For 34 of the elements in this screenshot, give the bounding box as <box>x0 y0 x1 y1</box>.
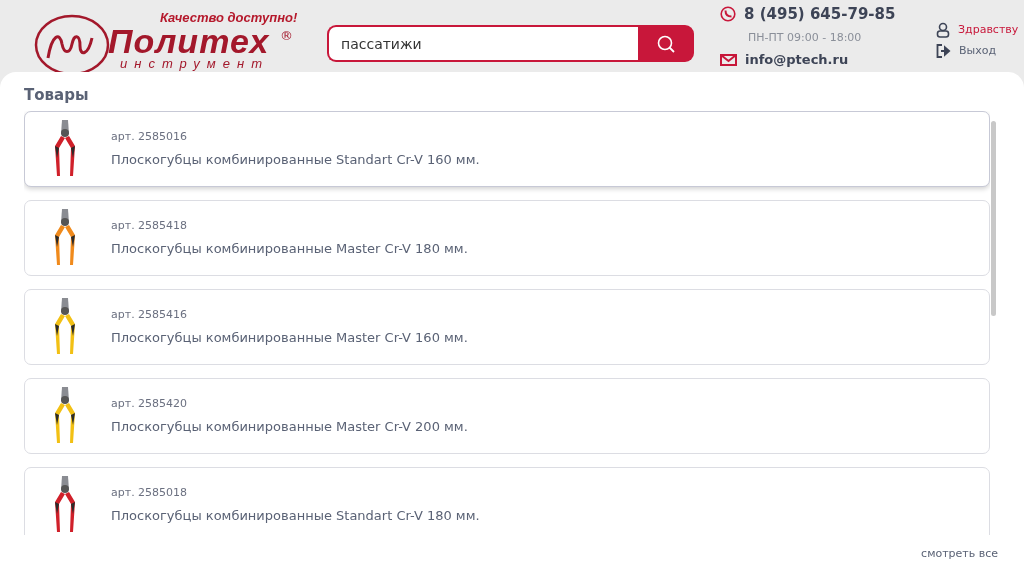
working-hours: ПН-ПТ 09:00 - 18:00 <box>748 29 863 46</box>
logo-slogan: Качество доступно! <box>160 9 298 27</box>
search-field[interactable]: пассатижи <box>327 25 638 62</box>
search-icon <box>656 33 676 54</box>
article-number: арт. 2585416 <box>111 307 189 323</box>
product-card[interactable]: арт. 2585418 Плоскогубцы комбинированные Master Cr-V 180 мм. <box>24 200 990 276</box>
section-title: Товары <box>24 85 89 106</box>
product-name: Плоскогубцы комбинированные Standart Cr-V 180 мм. <box>111 506 480 525</box>
registered-mark: ® <box>280 27 293 45</box>
product-card[interactable]: арт. 2585416 Плоскогубцы комбинированные Master Cr-V 160 мм. <box>24 289 990 365</box>
logout-icon <box>936 43 951 58</box>
logout-link[interactable]: Выход <box>959 42 997 59</box>
email-link[interactable]: info@ptech.ru <box>745 50 849 70</box>
article-number: арт. 2585418 <box>111 218 189 234</box>
product-card[interactable]: арт. 2585016 Плоскогубцы комбинированные Standart Cr-V 160 мм. <box>24 111 990 187</box>
logo-subtitle: инструмент <box>120 55 269 73</box>
product-card[interactable]: арт. 2585420 Плоскогубцы комбинированные Master Cr-V 200 мм. <box>24 378 990 454</box>
article-number: арт. 2585420 <box>111 396 189 412</box>
scrollbar[interactable] <box>991 121 996 316</box>
phone-icon <box>720 6 736 23</box>
logo-text: Политех <box>108 24 270 58</box>
article-number: арт. 2585018 <box>111 485 189 501</box>
product-name: Плоскогубцы комбинированные Standart Cr-V 160 мм. <box>111 150 480 169</box>
product-name: Плоскогубцы комбинированные Master Cr-V 180 мм. <box>111 239 468 258</box>
product-name: Плоскогубцы комбинированные Master Cr-V 200 мм. <box>111 417 468 436</box>
phone-link[interactable]: 8 (495) 645-79-85 <box>744 3 896 26</box>
article-number: арт. 2585016 <box>111 129 189 145</box>
product-name: Плоскогубцы комбинированные Master Cr-V 160 мм. <box>111 328 468 347</box>
see-all-link[interactable]: смотреть все <box>921 545 998 562</box>
mail-icon <box>720 53 737 66</box>
search-button[interactable] <box>638 25 694 62</box>
user-icon <box>936 22 950 39</box>
product-card[interactable]: арт. 2585018 Плоскогубцы комбинированные Standart Cr-V 180 мм. <box>24 467 990 535</box>
greeting-link[interactable]: Здравству <box>958 22 1019 39</box>
